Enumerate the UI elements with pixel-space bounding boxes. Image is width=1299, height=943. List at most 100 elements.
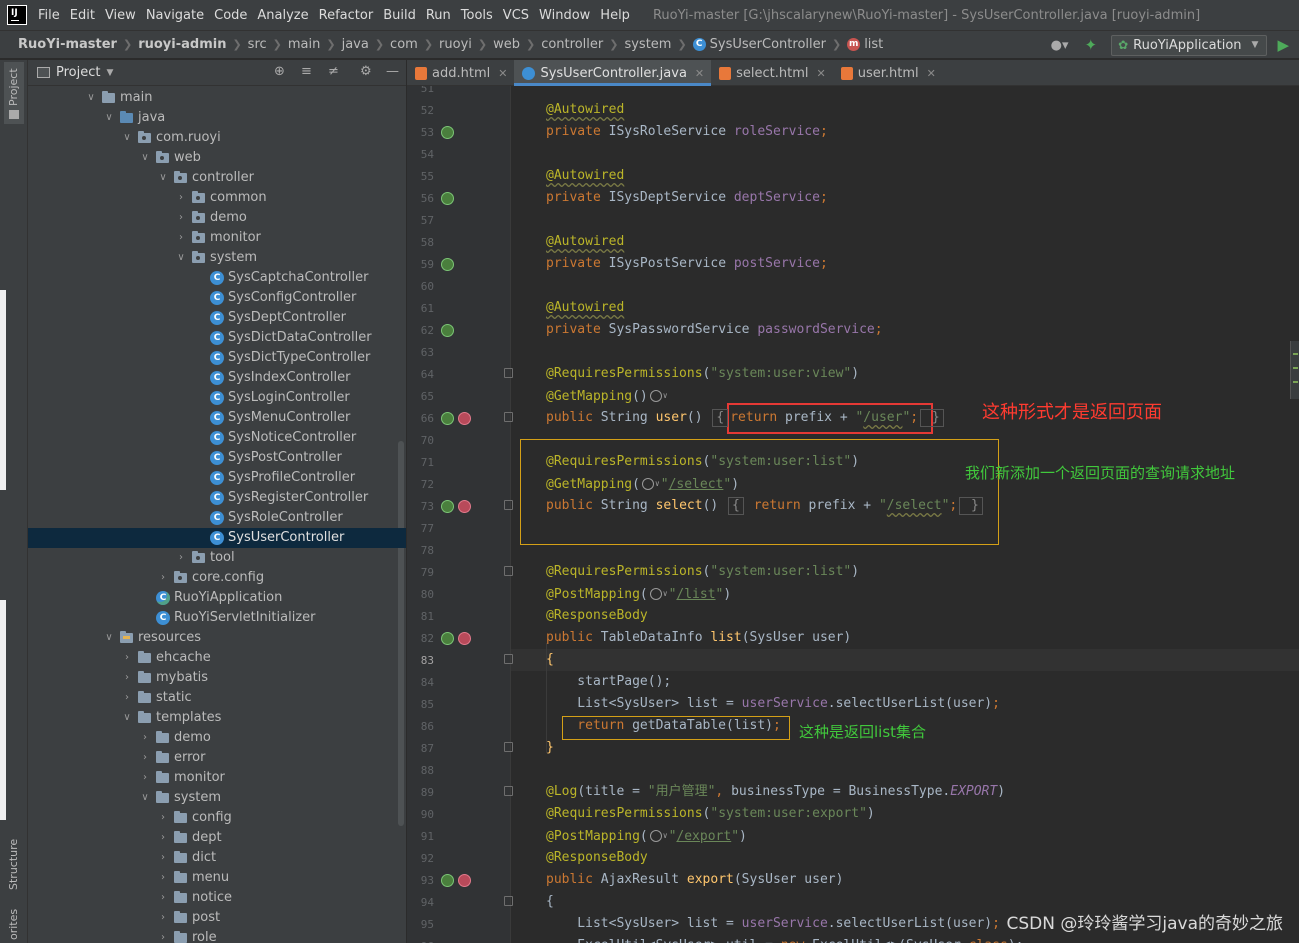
tree-item[interactable]: › role [28, 928, 406, 943]
tree-item[interactable]: ∨ system [28, 788, 406, 808]
line-number[interactable]: 55 [407, 170, 434, 183]
chevron-down-icon[interactable]: ∨ [86, 88, 96, 108]
breadcrumb-item[interactable]: main [288, 37, 320, 52]
chevron-right-icon[interactable]: › [158, 928, 168, 943]
code-line[interactable]: @PostMapping(∨"/list") [546, 583, 731, 605]
code-line[interactable]: @RequiresPermissions("system:user:list") [546, 451, 859, 473]
project-stripe-label[interactable]: Project [7, 68, 20, 106]
tree-item[interactable]: C SysConfigController [28, 288, 406, 308]
tree-item[interactable]: › ehcache [28, 648, 406, 668]
code-line[interactable]: @Log(title = "用户管理", businessType = Busi… [546, 781, 1005, 803]
collapse-all-icon[interactable]: ≠ [328, 64, 339, 79]
line-number[interactable]: 60 [407, 280, 434, 293]
menu-help[interactable]: Help [595, 8, 635, 23]
chevron-down-icon[interactable]: ∨ [140, 788, 150, 808]
code-line[interactable]: return getDataTable(list); [546, 715, 781, 737]
chevron-down-icon[interactable]: ∨ [158, 168, 168, 188]
chevron-right-icon[interactable]: › [158, 908, 168, 928]
tree-item[interactable]: ∨ main [28, 88, 406, 108]
line-number[interactable]: 62 [407, 324, 434, 337]
folded-region[interactable]: } [959, 497, 983, 515]
chevron-right-icon[interactable]: › [140, 728, 150, 748]
line-number[interactable]: 90 [407, 808, 434, 821]
menu-refactor[interactable]: Refactor [314, 8, 379, 23]
tab-user-html[interactable]: user.html ✕ [833, 60, 943, 86]
close-icon[interactable]: ✕ [498, 67, 507, 80]
code-line[interactable]: private ISysPostService postService; [546, 253, 828, 275]
menu-vcs[interactable]: VCS [498, 8, 534, 23]
spring-bean-gutter-icon[interactable] [441, 324, 454, 337]
chevron-right-icon[interactable]: › [158, 888, 168, 908]
locate-file-icon[interactable]: ⊕ [274, 64, 285, 79]
tree-item[interactable]: › post [28, 908, 406, 928]
tree-item[interactable]: ∨ system [28, 248, 406, 268]
chevron-down-icon[interactable]: ∨ [655, 479, 660, 488]
line-number[interactable]: 92 [407, 852, 434, 865]
tree-item[interactable]: › common [28, 188, 406, 208]
code-line[interactable]: { [546, 891, 554, 913]
line-number[interactable]: 59 [407, 258, 434, 271]
tree-item[interactable]: C SysNoticeController [28, 428, 406, 448]
chevron-down-icon[interactable]: ∨ [663, 391, 668, 400]
line-number[interactable]: 54 [407, 148, 434, 161]
tree-item[interactable]: C SysIndexController [28, 368, 406, 388]
code-line[interactable]: List<SysUser> list = userService.selectU… [546, 913, 1000, 935]
web-endpoint-gutter-icon[interactable] [458, 500, 471, 513]
tree-item[interactable]: › error [28, 748, 406, 768]
fold-toggle-icon[interactable] [504, 368, 513, 378]
chevron-right-icon[interactable]: › [158, 828, 168, 848]
menu-code[interactable]: Code [209, 8, 252, 23]
breadcrumb-item[interactable]: C SysUserController [692, 37, 826, 52]
menu-file[interactable]: File [33, 8, 65, 23]
line-number[interactable]: 94 [407, 896, 434, 909]
code-line[interactable]: @Autowired [546, 297, 624, 319]
globe-icon[interactable] [649, 390, 662, 402]
tree-item[interactable]: C SysUserController [28, 528, 406, 548]
code-line[interactable]: public String select() { return prefix +… [546, 495, 985, 517]
chevron-right-icon[interactable]: › [176, 208, 186, 228]
tab-add-html[interactable]: add.html ✕ [407, 60, 514, 86]
tree-item[interactable]: › dict [28, 848, 406, 868]
globe-icon[interactable] [649, 588, 662, 600]
tree-item[interactable]: ∨ resources [28, 628, 406, 648]
line-number[interactable]: 63 [407, 346, 434, 359]
breadcrumb-item[interactable]: com [390, 37, 418, 52]
structure-stripe-label[interactable]: Structure [7, 839, 20, 890]
code-line[interactable]: public String user() {return prefix + "/… [546, 407, 946, 429]
spring-bean-gutter-icon[interactable] [441, 500, 454, 513]
run-play-icon[interactable]: ▶ [1277, 36, 1289, 54]
code-line[interactable]: @ResponseBody [546, 847, 648, 869]
line-number[interactable]: 93 [407, 874, 434, 887]
tree-item[interactable]: C SysDictDataController [28, 328, 406, 348]
line-number[interactable]: 77 [407, 522, 434, 535]
tree-item[interactable]: C SysProfileController [28, 468, 406, 488]
breadcrumb-item[interactable]: java [342, 37, 369, 52]
code-line[interactable]: public TableDataInfo list(SysUser user) [546, 627, 851, 649]
fold-toggle-icon[interactable] [504, 566, 513, 576]
run-configuration-select[interactable]: ✿ RuoYiApplication ▼ [1111, 34, 1268, 56]
chevron-down-icon[interactable]: ∨ [122, 128, 132, 148]
fold-toggle-icon[interactable] [504, 500, 513, 510]
tab-select-html[interactable]: select.html ✕ [711, 60, 833, 86]
tree-item[interactable]: › menu [28, 868, 406, 888]
spring-bean-gutter-icon[interactable] [441, 874, 454, 887]
editor-scrollbar-markers[interactable] [1290, 341, 1299, 399]
menu-run[interactable]: Run [421, 8, 456, 23]
line-number[interactable]: 89 [407, 786, 434, 799]
line-number[interactable]: 73 [407, 500, 434, 513]
line-number[interactable]: 71 [407, 456, 434, 469]
fold-toggle-icon[interactable] [504, 654, 513, 664]
chevron-right-icon[interactable]: › [140, 768, 150, 788]
build-hammer-icon[interactable]: ✦ [1085, 36, 1098, 54]
favorites-stripe-label[interactable]: orites [7, 909, 20, 940]
folded-region[interactable]: { [712, 409, 729, 427]
chevron-right-icon[interactable]: › [122, 668, 132, 688]
gear-icon[interactable]: ⚙ [360, 64, 372, 79]
code-line[interactable]: private ISysDeptService deptService; [546, 187, 828, 209]
line-number[interactable]: 88 [407, 764, 434, 777]
line-number[interactable]: 70 [407, 434, 434, 447]
tree-item[interactable]: › demo [28, 208, 406, 228]
code-line[interactable]: public AjaxResult export(SysUser user) [546, 869, 843, 891]
tree-item[interactable]: ∨ com.ruoyi [28, 128, 406, 148]
tree-item[interactable]: › core.config [28, 568, 406, 588]
